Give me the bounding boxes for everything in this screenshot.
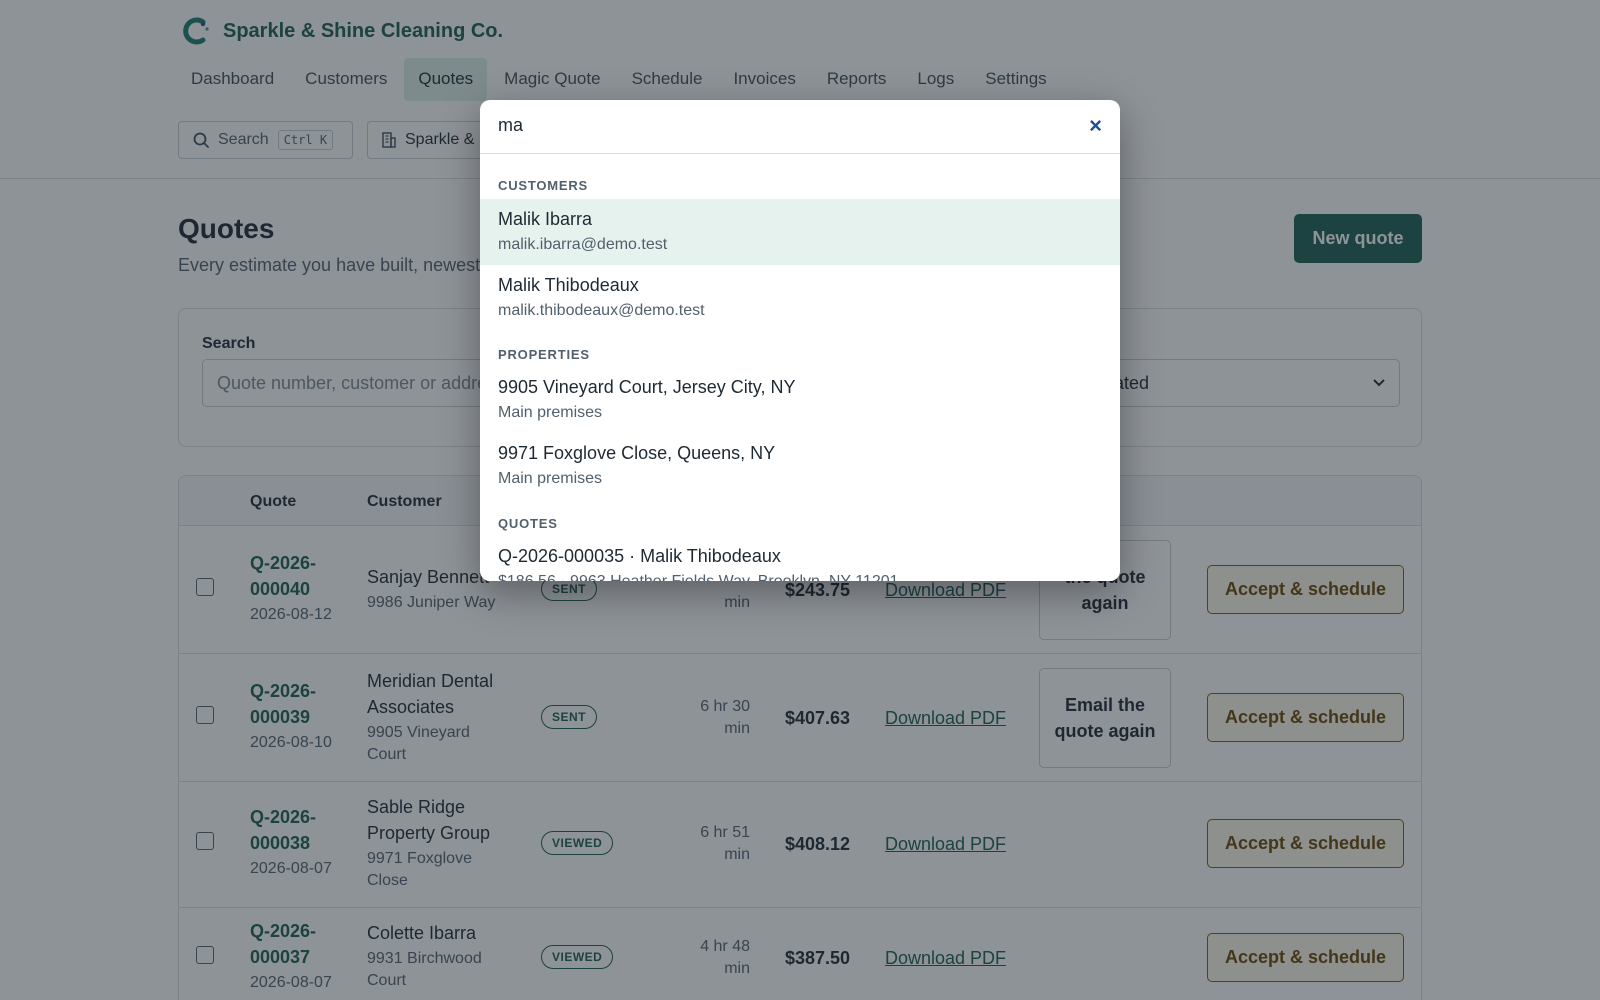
result-customer[interactable]: Malik Ibarra malik.ibarra@demo.test	[480, 199, 1120, 265]
group-label-properties: PROPERTIES	[498, 347, 590, 362]
result-customer[interactable]: Malik Thibodeaux malik.thibodeaux@demo.t…	[480, 265, 1120, 331]
result-quote[interactable]: Q-2026-000035 · Malik Thibodeaux $186.56…	[480, 536, 1120, 581]
result-subtitle: malik.ibarra@demo.test	[498, 236, 668, 253]
result-title: 9905 Vineyard Court, Jersey City, NY	[498, 377, 796, 397]
palette-search-input[interactable]: ma	[498, 115, 523, 136]
command-palette: ma × CUSTOMERS Malik Ibarra malik.ibarra…	[480, 100, 1120, 581]
group-label-customers: CUSTOMERS	[498, 178, 589, 193]
group-label-quotes: QUOTES	[498, 516, 558, 531]
palette-header: ma ×	[480, 100, 1120, 154]
result-title: 9971 Foxglove Close, Queens, NY	[498, 443, 776, 463]
result-title: Malik Ibarra	[498, 209, 593, 229]
result-property[interactable]: 9905 Vineyard Court, Jersey City, NY Mai…	[480, 367, 1120, 433]
result-subtitle: Main premises	[498, 470, 603, 487]
result-title: Q-2026-000035 · Malik Thibodeaux	[498, 546, 781, 566]
close-icon[interactable]: ×	[1089, 114, 1102, 138]
result-title: Malik Thibodeaux	[498, 275, 639, 295]
result-subtitle: Main premises	[498, 404, 603, 421]
result-subtitle: malik.thibodeaux@demo.test	[498, 302, 705, 319]
palette-results: CUSTOMERS Malik Ibarra malik.ibarra@demo…	[480, 154, 1120, 581]
result-property[interactable]: 9971 Foxglove Close, Queens, NY Main pre…	[480, 433, 1120, 499]
result-subtitle: $186.56 · 9963 Heather Fields Way, Brook…	[498, 573, 1102, 581]
